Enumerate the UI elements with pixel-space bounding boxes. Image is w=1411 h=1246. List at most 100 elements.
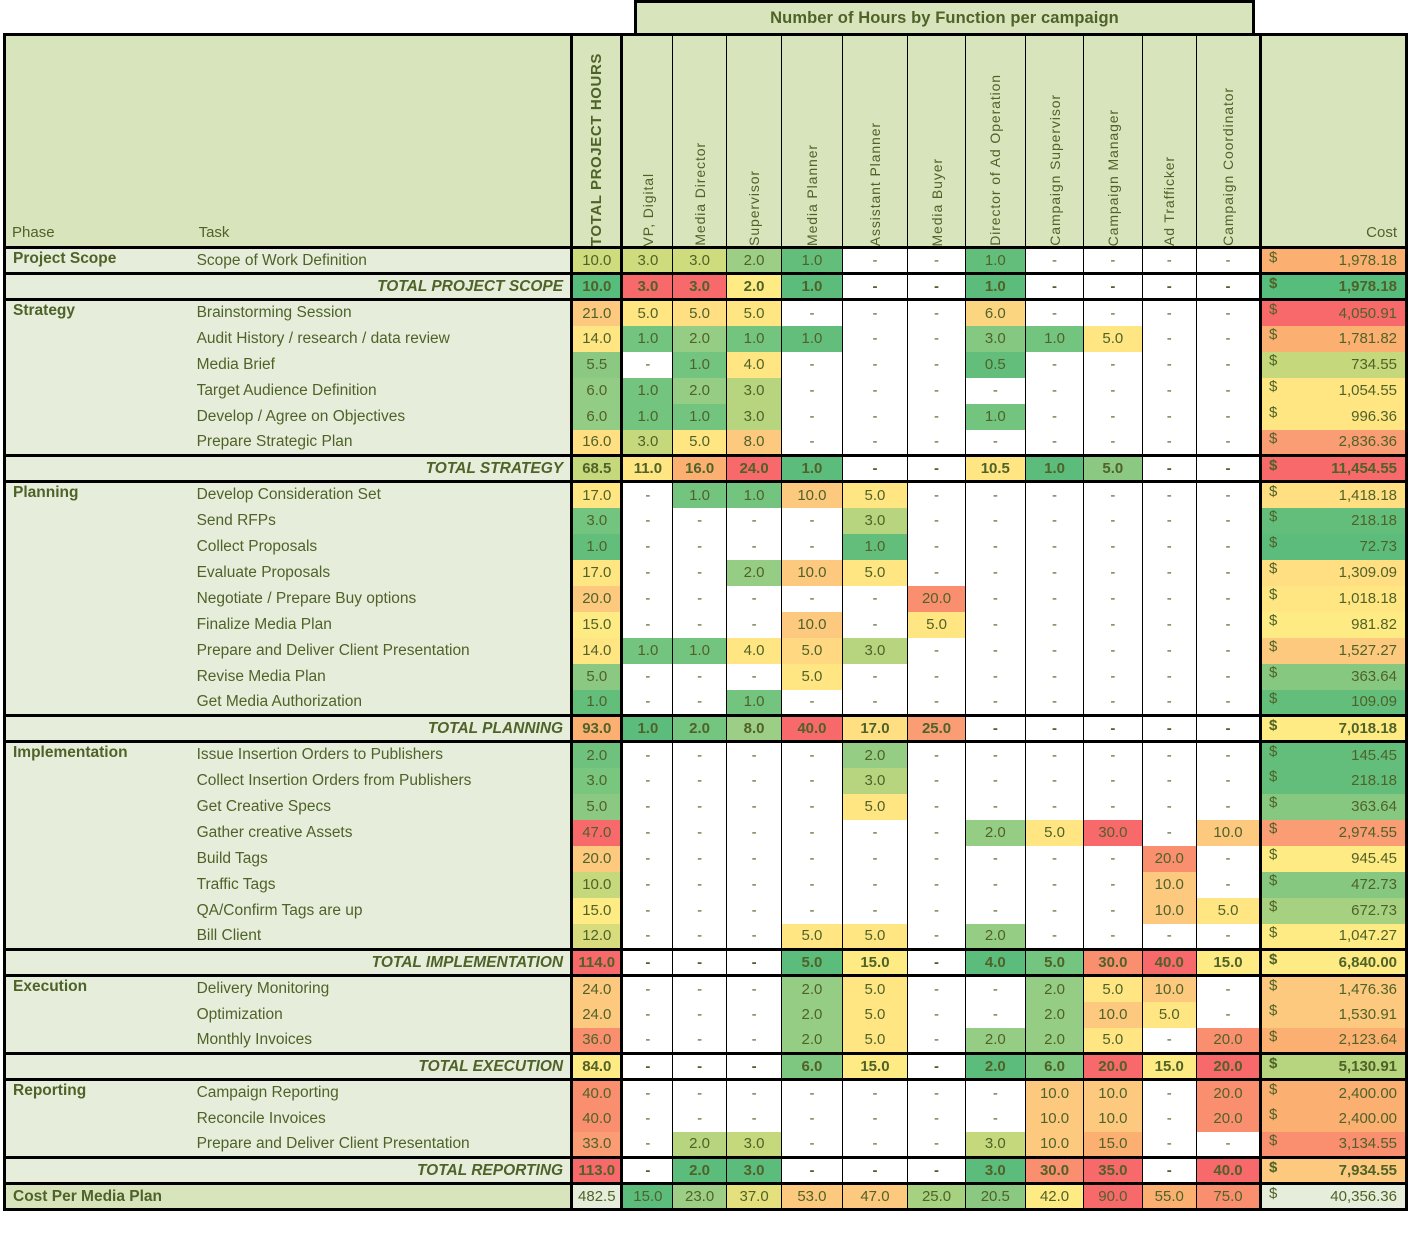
table-body: Phase Task TOTAL PROJECT HOURS VP, Digital M… (2, 33, 1408, 1211)
cell-hours-5: - (907, 559, 966, 586)
cell-hours-8: - (1083, 740, 1142, 768)
cell-hours-9: - (1141, 819, 1197, 846)
cell-cost: $40,356.36 (1259, 1183, 1408, 1211)
cell-hours-10: - (1196, 325, 1261, 352)
cell-hours-7: - (1024, 793, 1084, 820)
cell-hours-10: - (1196, 298, 1261, 326)
header-function-label: Campaign Coordinator (1220, 87, 1237, 246)
cell-hours-10: 15.0 (1196, 948, 1261, 977)
cell-hours-0: - (620, 1156, 673, 1185)
cell-hours-1: - (672, 1078, 727, 1106)
table-row: Collect Proposals 1.0- - - -1.0- - - - - - $72.73 (5, 533, 1408, 560)
cell-hours-4: 15.0 (841, 948, 908, 977)
table-row: Collect Insertion Orders from Publishers… (5, 767, 1408, 794)
cell-hours-5: - (907, 689, 966, 716)
cell-hours-7: 10.0 (1024, 1105, 1084, 1132)
cell-hours-1: - (672, 1001, 727, 1028)
cell-hours-9: - (1141, 689, 1197, 716)
cell-hours-4: 3.0 (841, 767, 908, 794)
cell-hours-2: - (725, 740, 782, 768)
currency-symbol: $ (1269, 1001, 1278, 1019)
table-row: Target Audience Definition 6.0 1.0 2.0 3.0- -… (5, 377, 1408, 404)
cell-hours-7: - (1024, 429, 1084, 456)
currency-symbol: $ (1269, 977, 1278, 995)
cell-hours-2: - (725, 871, 782, 898)
currency-symbol: $ (1269, 483, 1278, 501)
cell-cost: $2,400.00 (1259, 1105, 1408, 1132)
cell-hours-10: - (1196, 403, 1261, 430)
cell-cost: $72.73 (1259, 533, 1408, 560)
cell-hours-5: - (907, 897, 966, 924)
currency-symbol: $ (1269, 301, 1278, 319)
cell-total-hours: 16.0 (570, 429, 622, 456)
cell-hours-3: 5.0 (781, 948, 843, 977)
cell-hours-4: 5.0 (841, 923, 908, 950)
cell-hours-10: - (1196, 246, 1261, 274)
task-label: Media Brief (192, 351, 572, 378)
cell-hours-7: - (1024, 377, 1084, 404)
cell-hours-8: - (1083, 585, 1142, 612)
cell-hours-5: - (907, 1105, 966, 1132)
cell-total-hours: 5.5 (570, 351, 622, 378)
cell-hours-1: - (672, 1052, 727, 1081)
cell-hours-10: - (1196, 480, 1261, 508)
cell-hours-0: - (620, 1105, 673, 1132)
cell-hours-4: - (841, 819, 908, 846)
cell-cost: $3,134.55 (1259, 1131, 1408, 1158)
cell-hours-5: - (907, 845, 966, 872)
cell-total-hours: 3.0 (570, 767, 622, 794)
cell-hours-5: - (907, 767, 966, 794)
cell-hours-10: - (1196, 871, 1261, 898)
currency-symbol: $ (1269, 559, 1278, 577)
cell-total-hours: 10.0 (570, 272, 622, 301)
table-row: Prepare and Deliver Client Presentation 3… (5, 1131, 1408, 1158)
hours-by-function-banner: Number of Hours by Function per campaign (634, 0, 1255, 33)
task-label: Optimization (192, 1001, 572, 1028)
cell-hours-6: 10.5 (964, 454, 1026, 483)
cell-hours-6: - (964, 1105, 1026, 1132)
cell-hours-2: - (725, 1078, 782, 1106)
cell-hours-7: - (1024, 897, 1084, 924)
cell-total-hours: 40.0 (570, 1078, 622, 1106)
table-row: Send RFPs 3.0- - - -3.0- - - - - - $218.18 (5, 507, 1408, 534)
currency-symbol: $ (1269, 951, 1278, 969)
cell-hours-8: - (1083, 272, 1142, 301)
cell-total-hours: 93.0 (570, 714, 622, 743)
cell-hours-1: - (672, 585, 727, 612)
section-total-label: TOTAL REPORTING (2, 1156, 572, 1185)
cell-hours-5: - (907, 740, 966, 768)
cell-hours-3: 1.0 (781, 272, 843, 301)
cell-cost: $1,054.55 (1259, 377, 1408, 404)
cell-hours-1: - (672, 897, 727, 924)
cell-hours-6: 20.5 (964, 1183, 1026, 1211)
cell-hours-10: 40.0 (1196, 1156, 1261, 1185)
cell-hours-8: 5.0 (1083, 974, 1142, 1002)
cell-hours-6: 3.0 (964, 1156, 1026, 1185)
cell-hours-10: - (1196, 559, 1261, 586)
cell-hours-9: - (1141, 923, 1197, 950)
cell-hours-4: - (841, 429, 908, 456)
cell-hours-4: - (841, 871, 908, 898)
cell-cost: $672.73 (1259, 897, 1408, 924)
cell-hours-6: 1.0 (964, 246, 1026, 274)
cell-total-hours: 33.0 (570, 1131, 622, 1158)
cell-hours-1: - (672, 974, 727, 1002)
cell-hours-2: 4.0 (725, 351, 782, 378)
cell-hours-5: - (907, 377, 966, 404)
currency-symbol: $ (1269, 1055, 1278, 1073)
cell-hours-1: 3.0 (672, 246, 727, 274)
cell-hours-4: - (841, 351, 908, 378)
cell-cost: $2,974.55 (1259, 819, 1408, 846)
cell-hours-8: 30.0 (1083, 819, 1142, 846)
cell-hours-3: - (781, 845, 843, 872)
cell-hours-1: 1.0 (672, 403, 727, 430)
cell-hours-8: - (1083, 714, 1142, 743)
cell-hours-4: - (841, 246, 908, 274)
cell-hours-10: - (1196, 689, 1261, 716)
cell-hours-5: - (907, 533, 966, 560)
cell-hours-4: - (841, 377, 908, 404)
cell-hours-3: 1.0 (781, 246, 843, 274)
cell-hours-7: - (1024, 663, 1084, 690)
cell-hours-2: 3.0 (725, 1156, 782, 1185)
cell-hours-5: - (907, 1156, 966, 1185)
